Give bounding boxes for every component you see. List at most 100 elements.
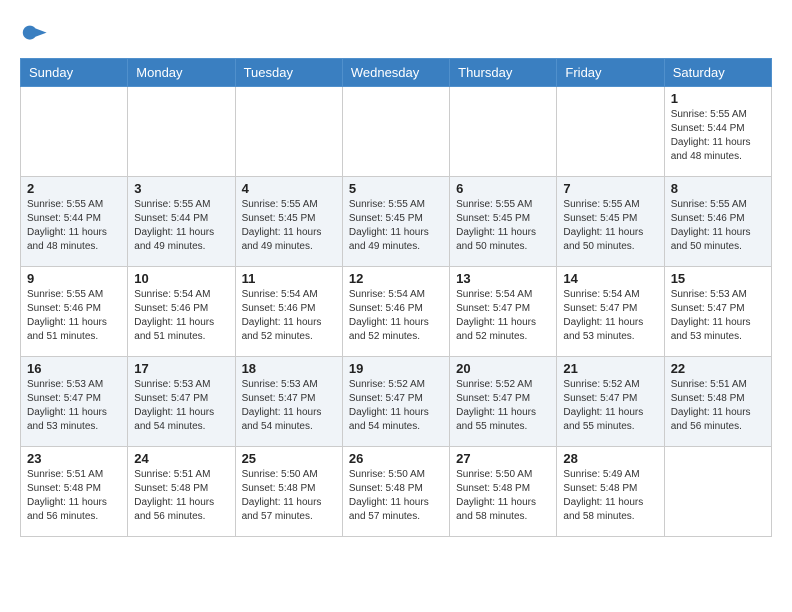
day-info: Sunrise: 5:55 AM Sunset: 5:44 PM Dayligh… <box>134 198 228 254</box>
day-number: 23 <box>27 451 121 466</box>
day-number: 9 <box>27 271 121 286</box>
calendar-cell: 18 Sunrise: 5:53 AM Sunset: 5:47 PM Dayli… <box>235 357 342 447</box>
day-info: Sunrise: 5:55 AM Sunset: 5:44 PM Dayligh… <box>671 108 765 164</box>
header <box>20 20 772 48</box>
calendar-cell: 5 Sunrise: 5:55 AM Sunset: 5:45 PM Daylig… <box>342 177 449 267</box>
weekday-header: Saturday <box>664 59 771 87</box>
day-info: Sunrise: 5:50 AM Sunset: 5:48 PM Dayligh… <box>456 468 550 524</box>
day-number: 6 <box>456 181 550 196</box>
logo <box>20 20 52 48</box>
day-info: Sunrise: 5:55 AM Sunset: 5:45 PM Dayligh… <box>349 198 443 254</box>
calendar-cell <box>342 87 449 177</box>
calendar-cell: 15 Sunrise: 5:53 AM Sunset: 5:47 PM Dayli… <box>664 267 771 357</box>
calendar-cell: 10Sunrise: 5:54 AM Sunset: 5:46 PM Dayli… <box>128 267 235 357</box>
day-info: Sunrise: 5:55 AM Sunset: 5:45 PM Dayligh… <box>563 198 657 254</box>
day-number: 1 <box>671 91 765 106</box>
day-number: 20 <box>456 361 550 376</box>
day-number: 27 <box>456 451 550 466</box>
calendar-week-row: 2 Sunrise: 5:55 AM Sunset: 5:44 PM Daylig… <box>21 177 772 267</box>
day-number: 12 <box>349 271 443 286</box>
day-info: Sunrise: 5:55 AM Sunset: 5:46 PM Dayligh… <box>27 288 121 344</box>
calendar-cell: 12 Sunrise: 5:54 AM Sunset: 5:46 PM Dayli… <box>342 267 449 357</box>
day-info: Sunrise: 5:54 AM Sunset: 5:47 PM Dayligh… <box>563 288 657 344</box>
day-number: 13 <box>456 271 550 286</box>
weekday-header: Friday <box>557 59 664 87</box>
calendar-cell: 25 Sunrise: 5:50 AM Sunset: 5:48 PM Dayli… <box>235 447 342 537</box>
day-info: Sunrise: 5:53 AM Sunset: 5:47 PM Dayligh… <box>134 378 228 434</box>
calendar-cell: 28 Sunrise: 5:49 AM Sunset: 5:48 PM Dayli… <box>557 447 664 537</box>
day-info: Sunrise: 5:55 AM Sunset: 5:44 PM Dayligh… <box>27 198 121 254</box>
day-number: 14 <box>563 271 657 286</box>
calendar-week-row: 1 Sunrise: 5:55 AM Sunset: 5:44 PM Daylig… <box>21 87 772 177</box>
calendar-cell <box>21 87 128 177</box>
calendar-cell: 9 Sunrise: 5:55 AM Sunset: 5:46 PM Daylig… <box>21 267 128 357</box>
weekday-header-row: SundayMondayTuesdayWednesdayThursdayFrid… <box>21 59 772 87</box>
calendar-cell <box>128 87 235 177</box>
calendar-week-row: 9 Sunrise: 5:55 AM Sunset: 5:46 PM Daylig… <box>21 267 772 357</box>
calendar-cell: 4 Sunrise: 5:55 AM Sunset: 5:45 PM Daylig… <box>235 177 342 267</box>
calendar-cell: 22 Sunrise: 5:51 AM Sunset: 5:48 PM Dayli… <box>664 357 771 447</box>
calendar-week-row: 16 Sunrise: 5:53 AM Sunset: 5:47 PM Dayli… <box>21 357 772 447</box>
day-number: 18 <box>242 361 336 376</box>
calendar-cell: 23 Sunrise: 5:51 AM Sunset: 5:48 PM Dayli… <box>21 447 128 537</box>
day-info: Sunrise: 5:54 AM Sunset: 5:47 PM Dayligh… <box>456 288 550 344</box>
calendar-cell <box>557 87 664 177</box>
calendar-cell <box>664 447 771 537</box>
calendar-cell: 11Sunrise: 5:54 AM Sunset: 5:46 PM Dayli… <box>235 267 342 357</box>
calendar-cell: 14 Sunrise: 5:54 AM Sunset: 5:47 PM Dayli… <box>557 267 664 357</box>
calendar-cell: 19 Sunrise: 5:52 AM Sunset: 5:47 PM Dayli… <box>342 357 449 447</box>
calendar-cell: 27 Sunrise: 5:50 AM Sunset: 5:48 PM Dayli… <box>450 447 557 537</box>
day-info: Sunrise: 5:50 AM Sunset: 5:48 PM Dayligh… <box>242 468 336 524</box>
day-number: 4 <box>242 181 336 196</box>
weekday-header: Wednesday <box>342 59 449 87</box>
calendar-cell <box>450 87 557 177</box>
day-number: 19 <box>349 361 443 376</box>
day-info: Sunrise: 5:51 AM Sunset: 5:48 PM Dayligh… <box>27 468 121 524</box>
day-number: 10 <box>134 271 228 286</box>
calendar-cell: 13 Sunrise: 5:54 AM Sunset: 5:47 PM Dayli… <box>450 267 557 357</box>
logo-icon <box>20 20 48 48</box>
day-number: 21 <box>563 361 657 376</box>
day-number: 26 <box>349 451 443 466</box>
day-number: 16 <box>27 361 121 376</box>
calendar-cell: 20 Sunrise: 5:52 AM Sunset: 5:47 PM Dayli… <box>450 357 557 447</box>
day-info: Sunrise: 5:53 AM Sunset: 5:47 PM Dayligh… <box>671 288 765 344</box>
weekday-header: Tuesday <box>235 59 342 87</box>
weekday-header: Sunday <box>21 59 128 87</box>
day-info: Sunrise: 5:54 AM Sunset: 5:46 PM Dayligh… <box>242 288 336 344</box>
calendar-cell: 17 Sunrise: 5:53 AM Sunset: 5:47 PM Dayli… <box>128 357 235 447</box>
calendar-cell: 8 Sunrise: 5:55 AM Sunset: 5:46 PM Daylig… <box>664 177 771 267</box>
day-number: 28 <box>563 451 657 466</box>
calendar-cell: 7 Sunrise: 5:55 AM Sunset: 5:45 PM Daylig… <box>557 177 664 267</box>
day-info: Sunrise: 5:55 AM Sunset: 5:46 PM Dayligh… <box>671 198 765 254</box>
day-info: Sunrise: 5:52 AM Sunset: 5:47 PM Dayligh… <box>349 378 443 434</box>
day-number: 7 <box>563 181 657 196</box>
day-number: 3 <box>134 181 228 196</box>
calendar-cell: 26Sunrise: 5:50 AM Sunset: 5:48 PM Dayli… <box>342 447 449 537</box>
day-info: Sunrise: 5:55 AM Sunset: 5:45 PM Dayligh… <box>242 198 336 254</box>
day-number: 8 <box>671 181 765 196</box>
day-number: 25 <box>242 451 336 466</box>
day-info: Sunrise: 5:49 AM Sunset: 5:48 PM Dayligh… <box>563 468 657 524</box>
day-number: 17 <box>134 361 228 376</box>
day-info: Sunrise: 5:51 AM Sunset: 5:48 PM Dayligh… <box>671 378 765 434</box>
calendar-week-row: 23 Sunrise: 5:51 AM Sunset: 5:48 PM Dayli… <box>21 447 772 537</box>
day-info: Sunrise: 5:52 AM Sunset: 5:47 PM Dayligh… <box>563 378 657 434</box>
calendar-cell: 1 Sunrise: 5:55 AM Sunset: 5:44 PM Daylig… <box>664 87 771 177</box>
calendar-cell <box>235 87 342 177</box>
day-info: Sunrise: 5:54 AM Sunset: 5:46 PM Dayligh… <box>349 288 443 344</box>
day-number: 22 <box>671 361 765 376</box>
calendar: SundayMondayTuesdayWednesdayThursdayFrid… <box>20 58 772 537</box>
day-number: 2 <box>27 181 121 196</box>
day-number: 5 <box>349 181 443 196</box>
calendar-cell: 21 Sunrise: 5:52 AM Sunset: 5:47 PM Dayli… <box>557 357 664 447</box>
day-info: Sunrise: 5:55 AM Sunset: 5:45 PM Dayligh… <box>456 198 550 254</box>
day-info: Sunrise: 5:51 AM Sunset: 5:48 PM Dayligh… <box>134 468 228 524</box>
calendar-cell: 6 Sunrise: 5:55 AM Sunset: 5:45 PM Daylig… <box>450 177 557 267</box>
day-number: 24 <box>134 451 228 466</box>
weekday-header: Monday <box>128 59 235 87</box>
day-info: Sunrise: 5:52 AM Sunset: 5:47 PM Dayligh… <box>456 378 550 434</box>
day-number: 15 <box>671 271 765 286</box>
day-info: Sunrise: 5:53 AM Sunset: 5:47 PM Dayligh… <box>242 378 336 434</box>
calendar-cell: 2 Sunrise: 5:55 AM Sunset: 5:44 PM Daylig… <box>21 177 128 267</box>
